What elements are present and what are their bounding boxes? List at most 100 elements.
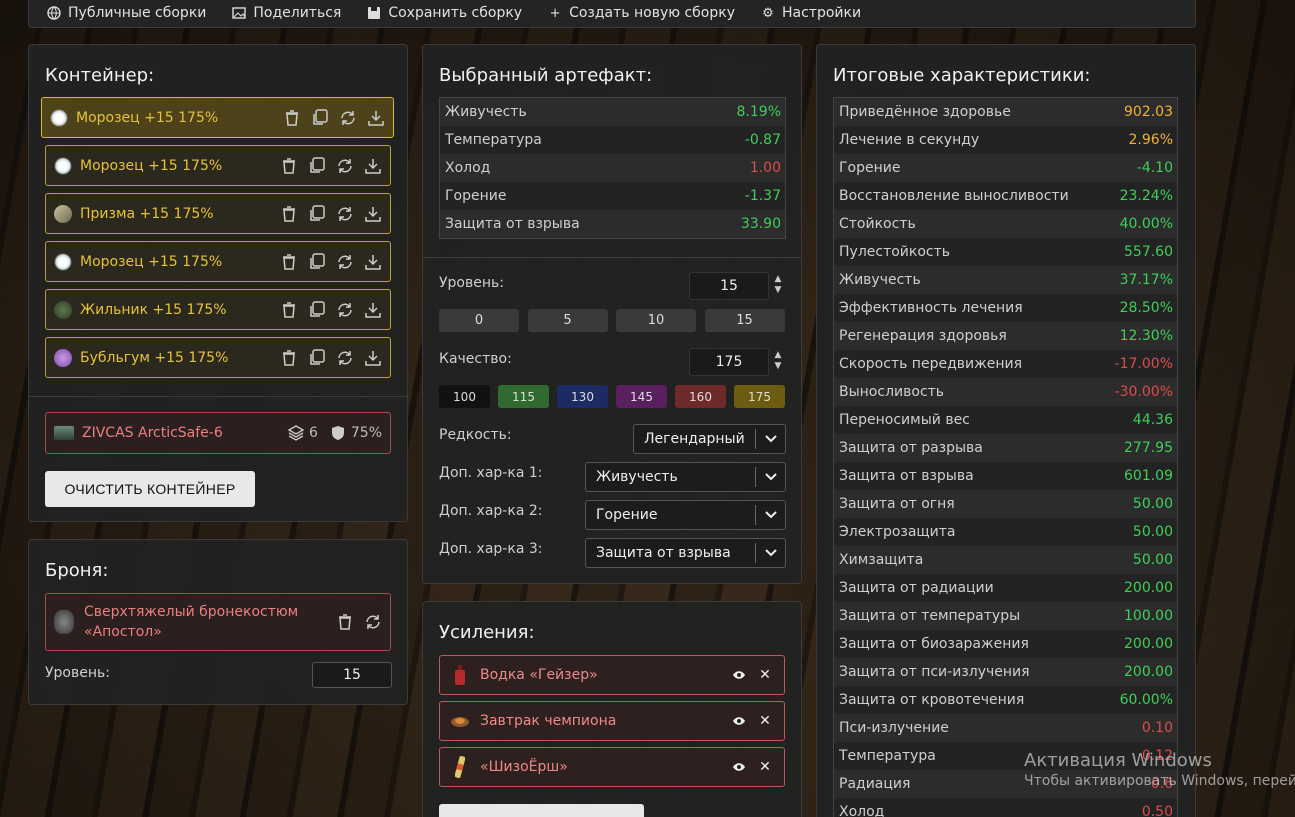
download-icon[interactable] [367,109,385,127]
stat-value: 37.17% [1119,272,1173,288]
quality-preset-button[interactable]: 100 [439,385,490,408]
copy-icon[interactable] [308,204,326,223]
chevron-down-icon [755,429,785,449]
stat-name: Защита от кровотечения [839,692,1025,708]
close-icon[interactable]: ✕ [756,712,774,730]
artifact-stat-row: Горение -1.37 [440,182,785,210]
level-preset-button[interactable]: 10 [616,309,696,332]
armor-level-input[interactable]: 15 [312,662,392,688]
total-stat-row: Защита от разрыва 277.95 [834,434,1177,462]
trash-icon[interactable] [280,253,298,271]
download-icon[interactable] [364,253,382,271]
eye-icon[interactable] [730,712,748,730]
level-preset-button[interactable]: 0 [439,309,519,332]
stat-name: Холод [445,160,491,176]
copy-icon[interactable] [308,348,326,367]
rarity-select[interactable]: Легендарный [633,424,786,454]
breakfast-icon [450,714,470,728]
settings-button[interactable]: ⚙ Настройки [761,5,861,21]
close-icon[interactable]: ✕ [756,666,774,684]
vein-artifact-icon [54,300,72,319]
level-stepper[interactable]: ▲ ▼ [772,274,784,296]
quality-preset-button[interactable]: 145 [616,385,667,408]
quality-preset-button[interactable]: 115 [498,385,549,408]
public-builds-button[interactable]: Публичные сборки [47,5,206,21]
quality-preset-button[interactable]: 175 [734,385,785,408]
level-preset-button[interactable]: 5 [527,309,608,332]
rarity-label: Редкость: [439,427,512,443]
container-slot[interactable]: Бубльгум +15 175% [45,337,391,378]
container-slot[interactable]: Призма +15 175% [45,193,391,234]
replace-icon[interactable] [339,109,357,127]
download-icon[interactable] [364,157,382,175]
stat-value: 8.19% [736,104,781,120]
stat-name: Защита от пси-излучения [839,664,1030,680]
download-icon[interactable] [364,301,382,319]
replace-icon[interactable] [336,253,354,271]
container-capacity: 6 [308,425,318,441]
copy-icon[interactable] [308,156,326,175]
replace-icon[interactable] [336,205,354,223]
container-slot[interactable]: Морозец +15 175% [41,97,394,138]
armor-item[interactable]: Сверхтяжелый бронекостюм «Апостол» [45,593,391,651]
stat-value: 44.36 [1132,412,1173,428]
boost-item[interactable]: «ШизоЁрш» ✕ [439,747,785,787]
trash-icon[interactable] [280,205,298,223]
extra2-select[interactable]: Горение [585,500,786,530]
replace-icon[interactable] [364,613,382,631]
container-slot[interactable]: Морозец +15 175% [45,241,391,282]
quality-preset-button[interactable]: 130 [557,385,608,408]
boost-label: Завтрак чемпиона [480,713,617,729]
clear-container-button[interactable]: ОЧИСТИТЬ КОНТЕЙНЕР [45,471,255,507]
extra3-select[interactable]: Защита от взрыва [585,538,786,568]
prism-artifact-icon [54,204,72,223]
extra1-select[interactable]: Живучесть [585,462,786,492]
quality-stepper[interactable]: ▲ ▼ [772,350,784,372]
armor-level-label: Уровень: [45,665,110,681]
download-icon[interactable] [364,205,382,223]
container-title: Контейнер: [45,65,155,86]
level-preset-button[interactable]: 15 [704,309,785,332]
stat-value: -1.37 [744,188,781,204]
container-case-icon [54,426,74,440]
stat-name: Пулестойкость [839,244,951,260]
extra1-label: Доп. хар-ка 1: [439,465,543,481]
copy-icon[interactable] [308,300,326,319]
level-input[interactable]: 15 [689,272,769,300]
trash-icon[interactable] [283,109,301,127]
stat-value: 60.00% [1119,692,1173,708]
replace-icon[interactable] [336,157,354,175]
share-button[interactable]: Поделиться [232,5,341,21]
trash-icon[interactable] [280,157,298,175]
total-stat-row: Пулестойкость 557.60 [834,238,1177,266]
copy-icon[interactable] [311,108,329,127]
container-item[interactable]: ZIVCAS ArcticSafe-6 6 75% [45,412,391,454]
close-icon[interactable]: ✕ [756,758,774,776]
replace-icon[interactable] [336,349,354,367]
trash-icon[interactable] [280,349,298,367]
container-slot[interactable]: Морозец +15 175% [45,145,391,186]
eye-icon[interactable] [730,758,748,776]
copy-icon[interactable] [308,252,326,271]
add-boost-button[interactable] [439,804,644,817]
armor-item-name: Сверхтяжелый бронекостюм [84,604,299,620]
total-stat-row: Приведённое здоровье 902.03 [834,98,1177,126]
total-stat-row: Эффективность лечения 28.50% [834,294,1177,322]
container-slot[interactable]: Жильник +15 175% [45,289,391,330]
trash-icon[interactable] [280,301,298,319]
boost-item[interactable]: Завтрак чемпиона ✕ [439,701,785,741]
total-stat-row: Защита от пси-излучения 200.00 [834,658,1177,686]
eye-icon[interactable] [730,666,748,684]
quality-input[interactable]: 175 [689,348,769,376]
rarity-value: Легендарный [644,431,745,447]
slot-label: Морозец +15 175% [80,253,223,270]
total-stat-row: Стойкость 40.00% [834,210,1177,238]
boost-item[interactable]: Водка «Гейзер» ✕ [439,655,785,695]
stat-value: 557.60 [1124,244,1173,260]
trash-icon[interactable] [336,613,354,631]
new-build-button[interactable]: + Создать новую сборку [548,5,735,21]
quality-preset-button[interactable]: 160 [675,385,726,408]
replace-icon[interactable] [336,301,354,319]
save-build-button[interactable]: Сохранить сборку [367,5,522,21]
download-icon[interactable] [364,349,382,367]
